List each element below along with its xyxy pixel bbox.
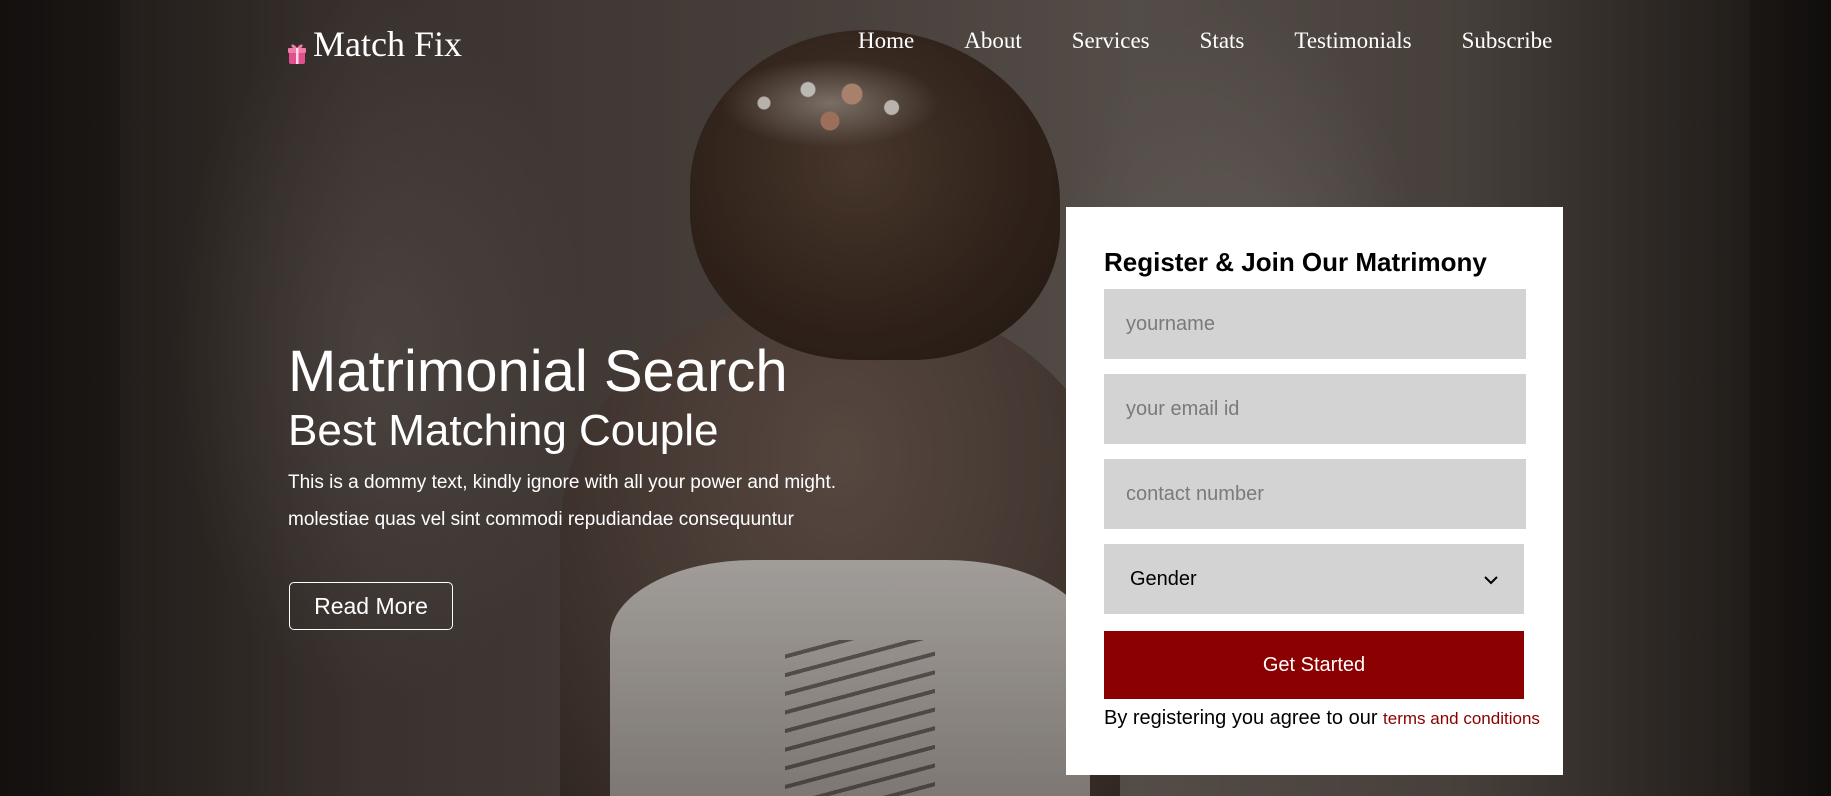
chevron-down-icon [1484,568,1498,591]
gender-select-value: Gender [1130,567,1197,590]
gender-select[interactable]: Gender [1104,544,1524,614]
gift-icon [287,32,307,64]
terms-prefix: By registering you agree to our [1104,707,1384,729]
register-card: Register & Join Our Matrimony Gender Get… [1066,207,1563,775]
nav-menu: Home About Services Stats Testimonials S… [858,28,1552,54]
terms-link[interactable]: terms and conditions [1383,709,1540,728]
name-input[interactable] [1104,289,1526,359]
contact-number-input[interactable] [1104,459,1526,529]
nav-item-stats[interactable]: Stats [1200,28,1245,54]
hero-title: Matrimonial Search [288,339,788,404]
register-title: Register & Join Our Matrimony [1104,247,1487,277]
read-more-button[interactable]: Read More [289,582,453,630]
brand-logo[interactable]: Match Fix [287,23,462,65]
nav-item-about[interactable]: About [964,28,1022,54]
get-started-button[interactable]: Get Started [1104,631,1524,699]
nav-item-subscribe[interactable]: Subscribe [1462,28,1553,54]
nav-item-testimonials[interactable]: Testimonials [1294,28,1411,54]
hero-description-line-1: This is a dommy text, kindly ignore with… [288,472,837,493]
nav-item-services[interactable]: Services [1072,28,1150,54]
terms-notice: By registering you agree to our terms an… [1104,707,1540,730]
hero-subtitle: Best Matching Couple [288,406,719,455]
top-navbar: Match Fix Home About Services Stats Test… [0,0,1831,90]
hero-description-line-2: molestiae quas vel sint commodi repudian… [288,509,794,530]
hero-copy: Matrimonial Search Best Matching Couple … [288,340,836,538]
nav-item-home[interactable]: Home [858,28,914,54]
email-input[interactable] [1104,374,1526,444]
brand-name: Match Fix [313,24,462,64]
